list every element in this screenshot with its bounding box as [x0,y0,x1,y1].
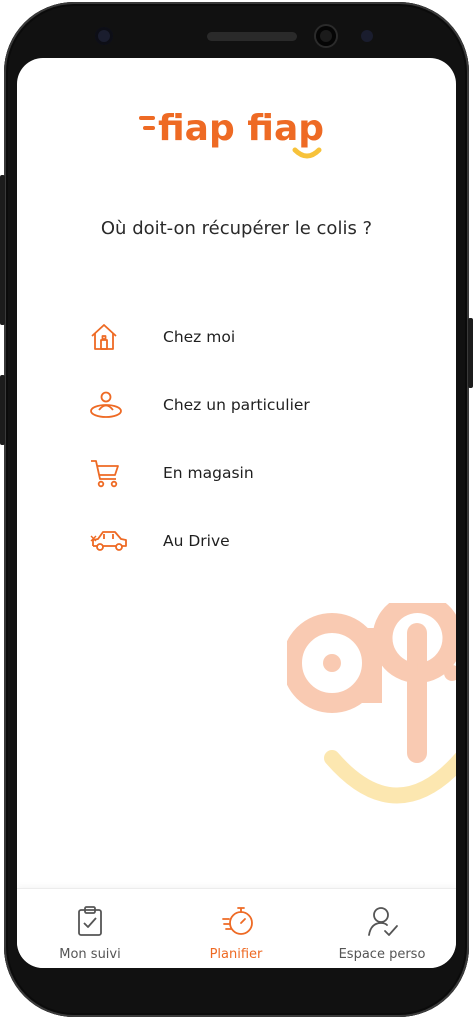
option-au-drive[interactable]: Au Drive [77,519,407,563]
option-en-magasin[interactable]: En magasin [77,451,407,495]
person-location-icon [77,383,135,427]
nav-planifier[interactable]: Planifier [163,889,309,968]
nav-label: Planifier [209,947,263,962]
option-label: Chez moi [163,328,236,346]
app-logo: fiap fiap [137,100,337,170]
shopping-cart-icon [77,451,135,495]
proximity-sensor [361,30,373,42]
earpiece-speaker [207,32,297,41]
option-chez-particulier[interactable]: Chez un particulier [77,383,407,427]
iris-sensor [95,27,113,45]
car-icon [77,519,135,563]
nav-mon-suivi[interactable]: Mon suivi [17,889,163,968]
logo-mark: fiap fiap [139,108,324,159]
option-label: En magasin [163,464,254,482]
page-question: Où doit-on récupérer le colis ? [100,218,373,239]
user-check-icon [367,905,398,937]
nav-espace-perso[interactable]: Espace perso [309,889,455,968]
phone-device: fiap fiap Où doit-on récupérer le colis … [0,0,473,1019]
app-screen: fiap fiap Où doit-on récupérer le colis … [17,58,456,968]
bottom-navigation: Mon suivi Planifier Espace perso [17,888,456,968]
option-label: Au Drive [163,532,230,550]
bixby-button [0,375,5,445]
clipboard-check-icon [75,905,105,937]
logo-text: fiap fiap [158,108,324,149]
front-camera [316,26,336,46]
nav-label: Mon suivi [59,947,121,962]
stopwatch-icon [221,905,253,937]
option-label: Chez un particulier [163,396,310,414]
nav-label: Espace perso [338,947,426,962]
brand-watermark [287,603,456,804]
volume-button [0,175,5,325]
power-button [468,318,473,388]
home-icon [77,315,135,359]
option-chez-moi[interactable]: Chez moi [77,315,407,359]
